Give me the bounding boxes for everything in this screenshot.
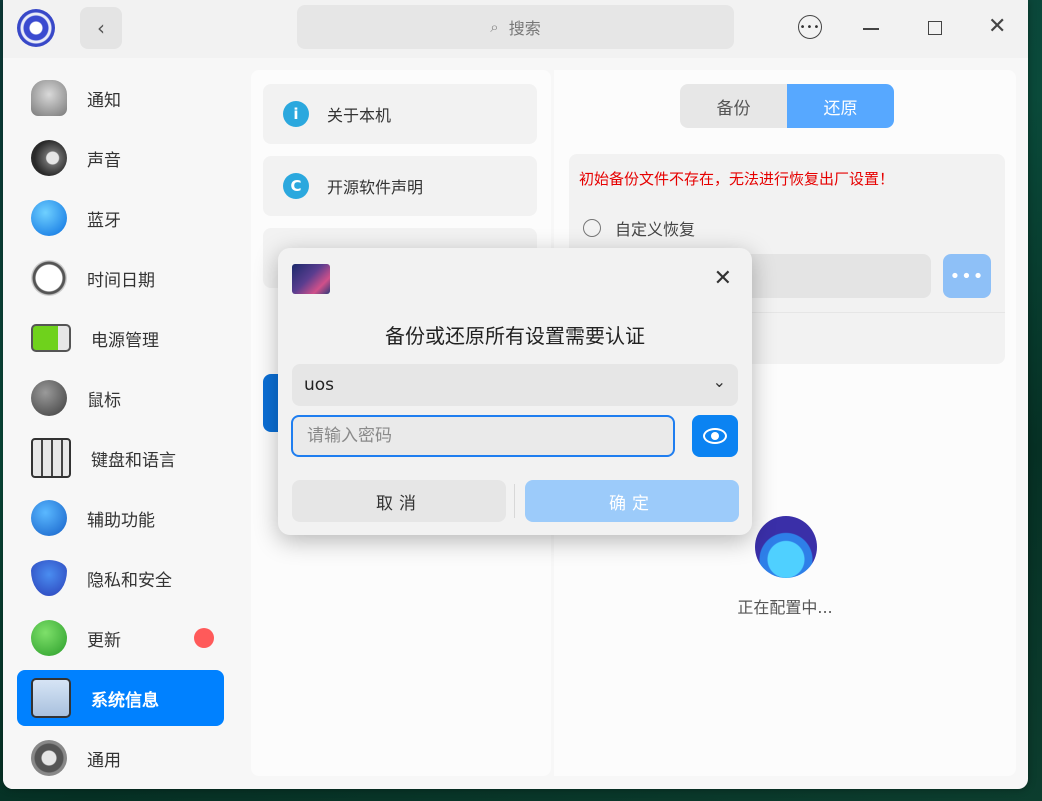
bell-icon [31, 80, 67, 116]
list-item-open-source[interactable]: C 开源软件声明 [263, 156, 537, 216]
sidebar-item-label: 辅助功能 [87, 510, 155, 531]
sidebar-item-system-info[interactable]: 系统信息 [17, 670, 224, 726]
sidebar-item-sound[interactable]: 声音 [17, 130, 224, 186]
control-center-logo-icon [17, 9, 55, 47]
search-placeholder: 搜索 [508, 19, 541, 38]
sidebar-item-keyboard[interactable]: 键盘和语言 [17, 430, 224, 486]
more-icon: ••• [949, 265, 985, 287]
accessibility-icon [31, 500, 67, 536]
list-item-label: 关于本机 [327, 106, 392, 125]
tab-backup[interactable]: 备份 [680, 84, 787, 128]
list-item-about[interactable]: i 关于本机 [263, 84, 537, 144]
sidebar-item-label: 声音 [87, 150, 121, 171]
main-menu-button[interactable]: ••• [798, 15, 822, 39]
sidebar-item-label: 键盘和语言 [91, 450, 176, 471]
update-icon [31, 620, 67, 656]
warning-text: 初始备份文件不存在，无法进行恢复出厂设置！ [579, 170, 895, 188]
clock-icon [31, 260, 67, 296]
tab-restore[interactable]: 还原 [787, 84, 894, 128]
selected-user: uos [304, 375, 335, 395]
sidebar-item-mouse[interactable]: 鼠标 [17, 370, 224, 426]
system-info-icon [31, 678, 71, 718]
title-bar: ‹ ⌕ 搜索 ••• ✕ [3, 0, 1028, 58]
sidebar-item-notifications[interactable]: 通知 [17, 70, 224, 126]
backup-restore-tabs: 备份 还原 [680, 84, 894, 128]
list-item-selected-indicator [263, 374, 279, 432]
speaker-icon [31, 140, 67, 176]
sidebar-item-label: 隐私和安全 [87, 570, 172, 591]
minimize-button[interactable] [863, 28, 879, 30]
sidebar-item-label: 更新 [87, 630, 121, 651]
radio-button[interactable] [583, 219, 601, 237]
mouse-icon [31, 380, 67, 416]
cancel-button[interactable]: 取消 [292, 480, 506, 522]
browse-button[interactable]: ••• [943, 254, 991, 298]
confirm-button[interactable]: 确定 [525, 480, 739, 522]
password-input[interactable] [291, 415, 675, 457]
sidebar-item-label: 时间日期 [87, 270, 155, 291]
radio-label: 自定义恢复 [615, 220, 696, 239]
search-icon: ⌕ [490, 18, 499, 36]
sidebar-item-accessibility[interactable]: 辅助功能 [17, 490, 224, 546]
dialog-title: 备份或还原所有设置需要认证 [385, 324, 645, 348]
sidebar-item-label: 鼠标 [87, 390, 121, 411]
sidebar-item-bluetooth[interactable]: 蓝牙 [17, 190, 224, 246]
back-button[interactable]: ‹ [80, 7, 122, 49]
loading-spinner-icon [755, 516, 817, 578]
list-item-label: 开源软件声明 [327, 178, 424, 197]
maximize-button[interactable] [928, 21, 942, 35]
gear-icon [31, 740, 67, 776]
sidebar-item-label: 系统信息 [91, 690, 159, 711]
auth-dialog: ✕ 备份或还原所有设置需要认证 uos ⌄ 取消 确定 [278, 248, 752, 535]
search-box[interactable]: ⌕ 搜索 [297, 5, 734, 49]
sidebar-item-general[interactable]: 通用 [17, 730, 224, 786]
chevron-left-icon: ‹ [97, 16, 105, 40]
show-password-button[interactable] [692, 415, 738, 457]
status-text: 正在配置中... [737, 598, 833, 617]
keyboard-icon [31, 438, 71, 478]
sidebar-item-privacy[interactable]: 隐私和安全 [17, 550, 224, 606]
bluetooth-icon [31, 200, 67, 236]
sidebar-item-power[interactable]: 电源管理 [17, 310, 224, 366]
sidebar-item-label: 电源管理 [91, 330, 159, 351]
sidebar-item-datetime[interactable]: 时间日期 [17, 250, 224, 306]
sidebar: 通知 声音 蓝牙 时间日期 电源管理 鼠标 键盘和语言 辅助功能 隐私和安全 更… [3, 58, 238, 789]
custom-restore-option[interactable]: 自定义恢复 [583, 216, 695, 240]
copyright-icon: C [283, 173, 309, 199]
sidebar-item-label: 蓝牙 [87, 210, 121, 231]
sidebar-item-label: 通知 [87, 90, 121, 111]
sidebar-item-update[interactable]: 更新 [17, 610, 224, 666]
more-icon: ••• [799, 21, 821, 33]
user-select[interactable]: uos ⌄ [292, 364, 738, 406]
dialog-app-icon [292, 264, 330, 294]
button-separator [514, 484, 515, 518]
chevron-down-icon: ⌄ [712, 372, 726, 391]
eye-icon [703, 428, 727, 444]
update-badge [194, 628, 214, 648]
window-close-button[interactable]: ✕ [988, 14, 1006, 39]
dialog-close-button[interactable]: ✕ [714, 266, 732, 291]
battery-icon [31, 324, 71, 352]
info-icon: i [283, 101, 309, 127]
shield-icon [31, 560, 67, 596]
sidebar-item-label: 通用 [87, 750, 121, 771]
